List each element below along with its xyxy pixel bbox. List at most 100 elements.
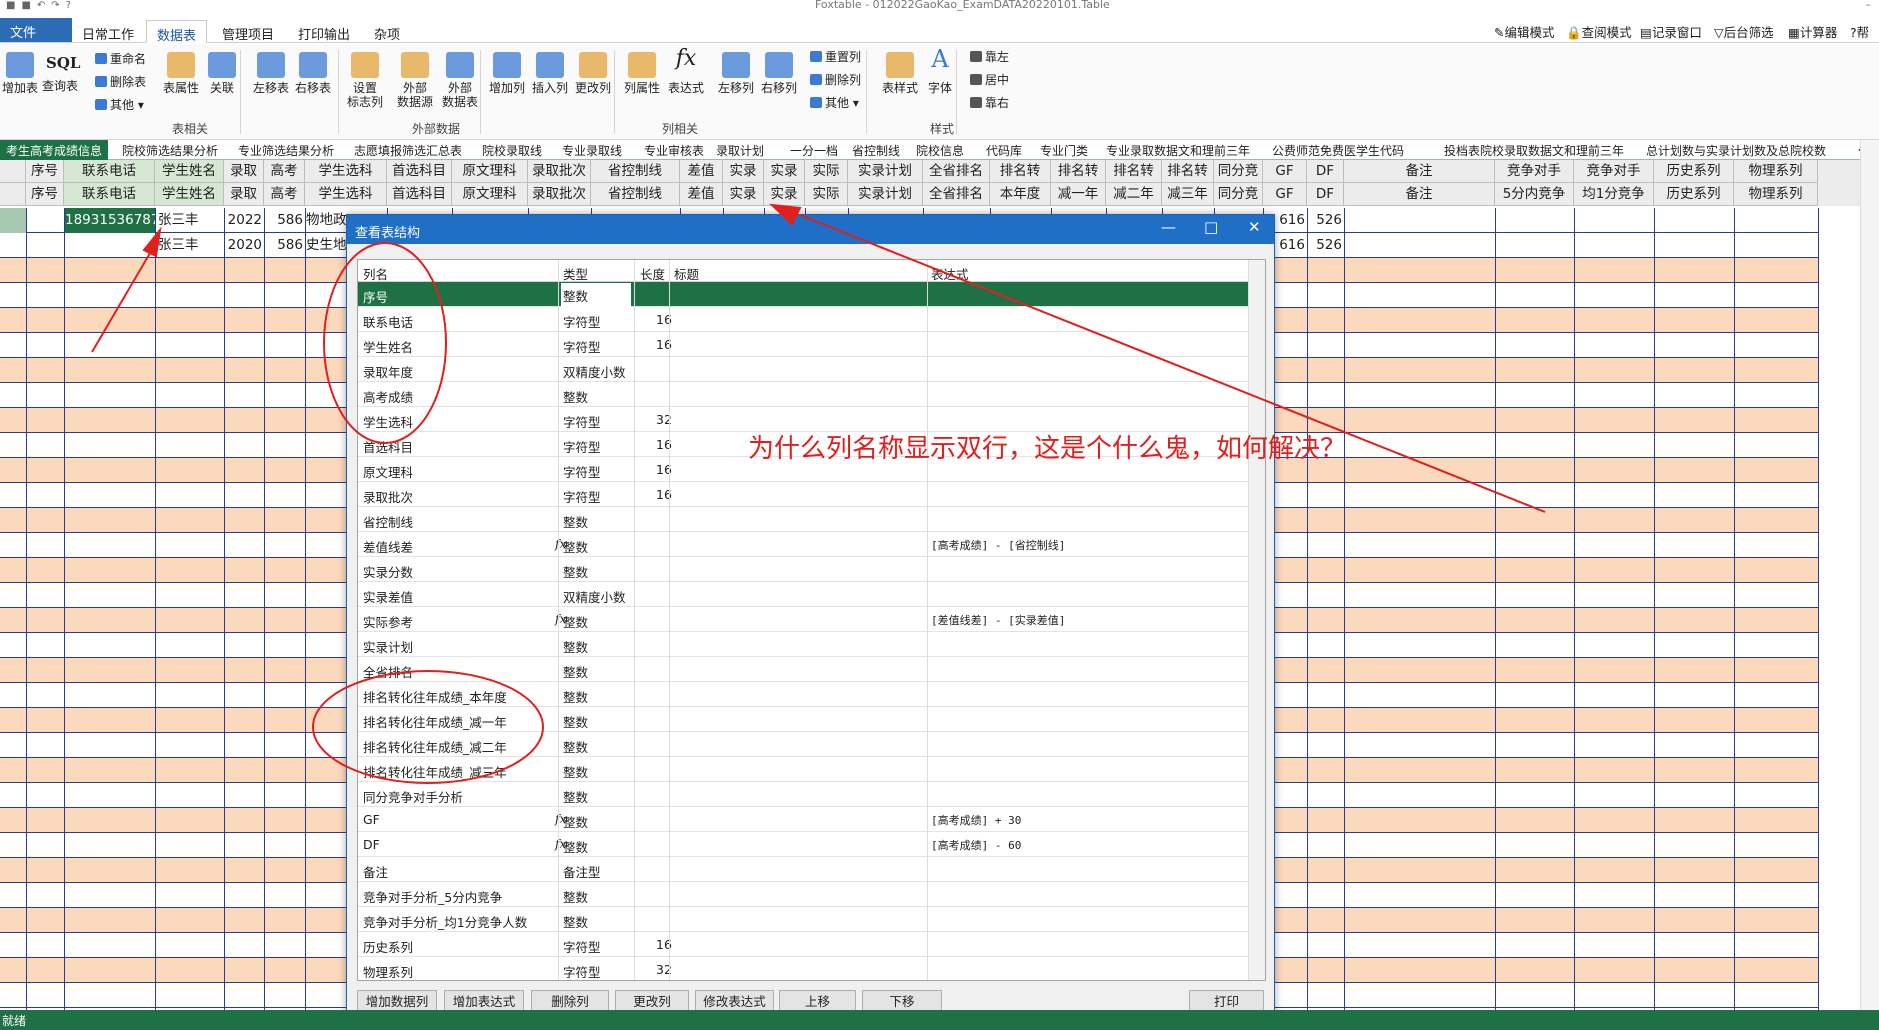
list-item[interactable]: 实际参考 fx 整数 [差值线差] - [实录差值]	[358, 607, 1248, 632]
ribbon-small-6[interactable]: 靠左	[970, 50, 1009, 64]
ribbon-button-9[interactable]: 增加列	[485, 52, 529, 95]
column-header[interactable]: 录取批次	[528, 183, 591, 206]
list-item[interactable]: DF fx 整数 [高考成绩] - 60	[358, 832, 1248, 857]
column-header[interactable]: 减三年	[1162, 183, 1214, 206]
grid-cell[interactable]	[65, 233, 153, 258]
column-header[interactable]: 本年度	[990, 183, 1051, 206]
ribbon-button-14[interactable]: 左移列	[714, 52, 758, 95]
column-header[interactable]: 物理系列	[1734, 160, 1818, 183]
grid-cell[interactable]: 2022	[225, 208, 262, 233]
column-header[interactable]: 省控制线	[591, 183, 680, 206]
grid-cell[interactable]: 526	[1308, 233, 1342, 258]
column-header[interactable]: 历史系列	[1654, 183, 1734, 206]
list-item[interactable]: 学生姓名 字符型 16	[358, 332, 1248, 357]
column-header[interactable]: 实录计划	[848, 183, 923, 206]
ribbon-button-13[interactable]: fx 表达式	[664, 48, 708, 96]
column-header[interactable]: 联系电话	[64, 183, 155, 206]
record-window-button[interactable]: ▤记录窗口	[1640, 22, 1702, 41]
column-header[interactable]: 减一年	[1051, 183, 1106, 206]
tab-11[interactable]: 代码库	[986, 140, 1022, 160]
column-header[interactable]: 实录计划	[848, 160, 923, 183]
tab-datatable[interactable]: 数据表	[146, 20, 208, 44]
ribbon-button-6[interactable]: 设置 标志列	[342, 52, 388, 109]
list-item[interactable]: 竞争对手分析_5分内竞争 整数	[358, 882, 1248, 907]
ribbon-button-10[interactable]: 插入列	[528, 52, 572, 95]
maximize-icon[interactable]: □	[1204, 218, 1218, 236]
tab-0[interactable]: 考生高考成绩信息	[0, 140, 109, 160]
list-item[interactable]: GF fx 整数 [高考成绩] + 30	[358, 807, 1248, 832]
ribbon-button-16[interactable]: 表样式	[878, 52, 922, 95]
tab-4[interactable]: 院校录取线	[482, 140, 542, 160]
column-header[interactable]: DF	[1307, 160, 1344, 183]
ribbon-small-0[interactable]: 重命名	[95, 52, 146, 66]
column-header[interactable]: 学生姓名	[155, 183, 224, 206]
tab-12[interactable]: 专业门类	[1040, 140, 1088, 160]
ribbon-button-8[interactable]: 外部 数据表	[438, 52, 482, 109]
ribbon-small-5[interactable]: 其他 ▾	[810, 96, 859, 110]
column-header[interactable]: 竞争对手	[1574, 160, 1654, 183]
column-header[interactable]: 原文理科	[452, 160, 528, 183]
list-item[interactable]: 序号 整数	[358, 282, 1248, 308]
list-item[interactable]: 排名转化往年成绩_减三年 整数	[358, 757, 1248, 782]
tab-13[interactable]: 专业录取数据文和理前三年	[1106, 140, 1250, 160]
list-item[interactable]: 历史系列 字符型 16	[358, 932, 1248, 957]
close-icon[interactable]: ✕	[1248, 218, 1261, 236]
grid-cell[interactable]: 18931536787	[65, 208, 155, 233]
quick-access-toolbar[interactable]: ■■↶↷?	[6, 0, 77, 11]
tab-17[interactable]: 总计划数与实录计划数及总院校数	[1646, 140, 1826, 160]
ribbon-small-3[interactable]: 重置列	[810, 50, 861, 64]
tab-9[interactable]: 省控制线	[852, 140, 900, 160]
column-header[interactable]: 5分内竞争	[1495, 183, 1574, 206]
column-header[interactable]: 历史系列	[1654, 160, 1734, 183]
column-header[interactable]: 高考	[264, 183, 305, 206]
column-header[interactable]: 原文理科	[452, 183, 528, 206]
list-item[interactable]: 竞争对手分析_均1分竞争人数 整数	[358, 907, 1248, 932]
ribbon-small-2[interactable]: 其他 ▾	[95, 98, 144, 112]
column-header[interactable]: 排名转	[990, 160, 1051, 183]
column-header[interactable]: 实际	[805, 160, 848, 183]
column-header[interactable]: 实录	[764, 160, 805, 183]
column-header[interactable]: 录取	[224, 160, 264, 183]
column-header[interactable]: 全省排名	[923, 160, 990, 183]
column-header[interactable]: 全省排名	[923, 183, 990, 206]
column-header[interactable]: 高考	[264, 160, 305, 183]
list-item[interactable]: 实录计划 整数	[358, 632, 1248, 657]
column-header[interactable]: 学生选科	[305, 160, 387, 183]
list-vertical-scrollbar[interactable]	[1248, 260, 1265, 980]
column-header[interactable]: 实录	[764, 183, 805, 206]
column-header[interactable]: 差值	[680, 183, 723, 206]
lookup-mode-button[interactable]: 🔒查阅模式	[1566, 22, 1632, 41]
column-header[interactable]: 录取批次	[528, 160, 591, 183]
tab-2[interactable]: 专业筛选结果分析	[238, 140, 334, 160]
column-header[interactable]: 实际	[805, 183, 848, 206]
column-header[interactable]: 物理系列	[1734, 183, 1818, 206]
column-header[interactable]: GF	[1263, 160, 1307, 183]
column-header[interactable]: GF	[1263, 183, 1307, 206]
list-item[interactable]: 实录分数 整数	[358, 557, 1248, 582]
list-item[interactable]: 差值线差 fx 整数 [高考成绩] - [省控制线]	[358, 532, 1248, 557]
list-item[interactable]: 高考成绩 整数	[358, 382, 1248, 407]
edit-mode-button[interactable]: ✎编辑模式	[1494, 22, 1555, 41]
column-header[interactable]: 差值	[680, 160, 723, 183]
column-header[interactable]: 学生选科	[305, 183, 387, 206]
column-header[interactable]: 序号	[26, 183, 64, 206]
tab-daily-work[interactable]: 日常工作	[72, 20, 144, 43]
tab-misc[interactable]: 杂项	[364, 20, 410, 43]
column-header[interactable]: 首选科目	[387, 183, 452, 206]
list-item[interactable]: 排名转化往年成绩_减一年 整数	[358, 707, 1248, 732]
window-controls[interactable]: –	[1866, 0, 1872, 11]
tab-print-output[interactable]: 打印输出	[288, 20, 360, 43]
column-header[interactable]: 省控制线	[591, 160, 680, 183]
file-menu-button[interactable]: 文件	[0, 18, 72, 42]
calculator-button[interactable]: ▦计算器	[1788, 22, 1837, 41]
column-header[interactable]: 首选科目	[387, 160, 452, 183]
column-header[interactable]: 排名转	[1106, 160, 1162, 183]
tab-8[interactable]: 一分一档	[790, 140, 838, 160]
column-header[interactable]: 备注	[1344, 160, 1495, 183]
grid-cell[interactable]: 586	[265, 208, 303, 233]
tab-manage-project[interactable]: 管理项目	[212, 20, 284, 43]
grid-vertical-scrollbar[interactable]	[1860, 140, 1879, 1010]
ribbon-small-4[interactable]: 删除列	[810, 73, 861, 87]
ribbon-button-0[interactable]: 增加表	[0, 52, 40, 95]
ribbon-button-12[interactable]: 列属性	[620, 52, 664, 95]
